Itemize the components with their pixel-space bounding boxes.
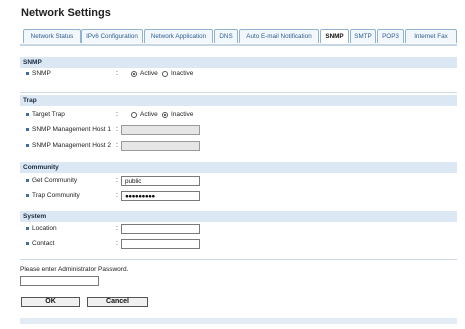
tab-pop3[interactable]: POP3 bbox=[377, 29, 404, 43]
row-target-trap: Target Trap : Active Inactive bbox=[20, 109, 457, 121]
contact-field[interactable] bbox=[121, 239, 200, 249]
snmp-active-label: Active bbox=[140, 70, 158, 77]
colon: : bbox=[116, 142, 118, 149]
tab-internet-fax[interactable]: Internet Fax bbox=[405, 29, 457, 43]
section-header-snmp: SNMP bbox=[20, 57, 457, 68]
colon: : bbox=[116, 177, 118, 184]
tab-dns[interactable]: DNS bbox=[214, 29, 238, 43]
target-trap-inactive-radio[interactable] bbox=[162, 111, 168, 118]
bullet-icon bbox=[26, 128, 29, 131]
snmp-inactive-radio[interactable] bbox=[162, 70, 168, 77]
ok-button[interactable]: OK bbox=[21, 297, 80, 307]
bullet-icon bbox=[26, 242, 29, 245]
trap-community-field[interactable] bbox=[121, 191, 200, 201]
row-snmp: SNMP : Active Inactive bbox=[20, 68, 457, 80]
target-trap-active-label: Active bbox=[140, 111, 158, 118]
snmp-inactive-label: Inactive bbox=[171, 70, 194, 77]
section-header-system: System bbox=[20, 211, 457, 222]
tab-network-status[interactable]: Network Status bbox=[23, 29, 81, 43]
divider bbox=[20, 92, 457, 93]
colon: : bbox=[116, 70, 118, 77]
bullet-icon bbox=[26, 113, 29, 116]
snmp-active-radio[interactable] bbox=[131, 70, 137, 77]
snmp-host-1-label: SNMP Management Host 1 bbox=[32, 126, 111, 133]
tab-network-application[interactable]: Network Application bbox=[144, 29, 213, 43]
colon: : bbox=[116, 192, 118, 199]
snmp-host-2-field[interactable] bbox=[121, 141, 200, 151]
colon: : bbox=[116, 126, 118, 133]
tab-snmp[interactable]: SNMP bbox=[320, 29, 349, 43]
tab-underline bbox=[20, 44, 457, 46]
page-title: Network Settings bbox=[21, 7, 111, 19]
colon: : bbox=[116, 240, 118, 247]
row-location: Location : bbox=[20, 223, 457, 235]
row-contact: Contact : bbox=[20, 238, 457, 250]
divider bbox=[20, 259, 457, 260]
get-community-label: Get Community bbox=[32, 177, 78, 184]
colon: : bbox=[116, 225, 118, 232]
target-trap-active-radio[interactable] bbox=[131, 111, 137, 118]
cancel-button[interactable]: Cancel bbox=[87, 297, 148, 307]
target-trap-label: Target Trap bbox=[32, 111, 65, 118]
snmp-label: SNMP bbox=[32, 70, 51, 77]
location-field[interactable] bbox=[121, 224, 200, 234]
tab-smtp[interactable]: SMTP bbox=[350, 29, 376, 43]
colon: : bbox=[116, 111, 118, 118]
row-get-community: Get Community : bbox=[20, 175, 457, 187]
tab-auto-email-notification[interactable]: Auto E-mail Notification bbox=[239, 29, 319, 43]
snmp-host-1-field[interactable] bbox=[121, 125, 200, 135]
section-header-community: Community bbox=[20, 162, 457, 173]
location-label: Location bbox=[32, 225, 57, 232]
bullet-icon bbox=[26, 72, 29, 75]
snmp-host-2-label: SNMP Management Host 2 bbox=[32, 142, 111, 149]
bullet-icon bbox=[26, 144, 29, 147]
bullet-icon bbox=[26, 194, 29, 197]
bullet-icon bbox=[26, 227, 29, 230]
contact-label: Contact bbox=[32, 240, 55, 247]
tab-ipv6-configuration[interactable]: IPv6 Configuration bbox=[81, 29, 143, 43]
row-snmp-host-2: SNMP Management Host 2 : bbox=[20, 140, 457, 152]
trap-community-label: Trap Community bbox=[32, 192, 80, 199]
row-trap-community: Trap Community : bbox=[20, 190, 457, 202]
footer-bar bbox=[20, 318, 457, 324]
admin-password-field[interactable] bbox=[20, 276, 99, 286]
section-header-trap: Trap bbox=[20, 95, 457, 106]
get-community-field[interactable] bbox=[121, 176, 200, 186]
row-snmp-host-1: SNMP Management Host 1 : bbox=[20, 124, 457, 136]
bullet-icon bbox=[26, 179, 29, 182]
target-trap-inactive-label: Inactive bbox=[171, 111, 194, 118]
admin-password-prompt: Please enter Administrator Password. bbox=[20, 266, 129, 273]
